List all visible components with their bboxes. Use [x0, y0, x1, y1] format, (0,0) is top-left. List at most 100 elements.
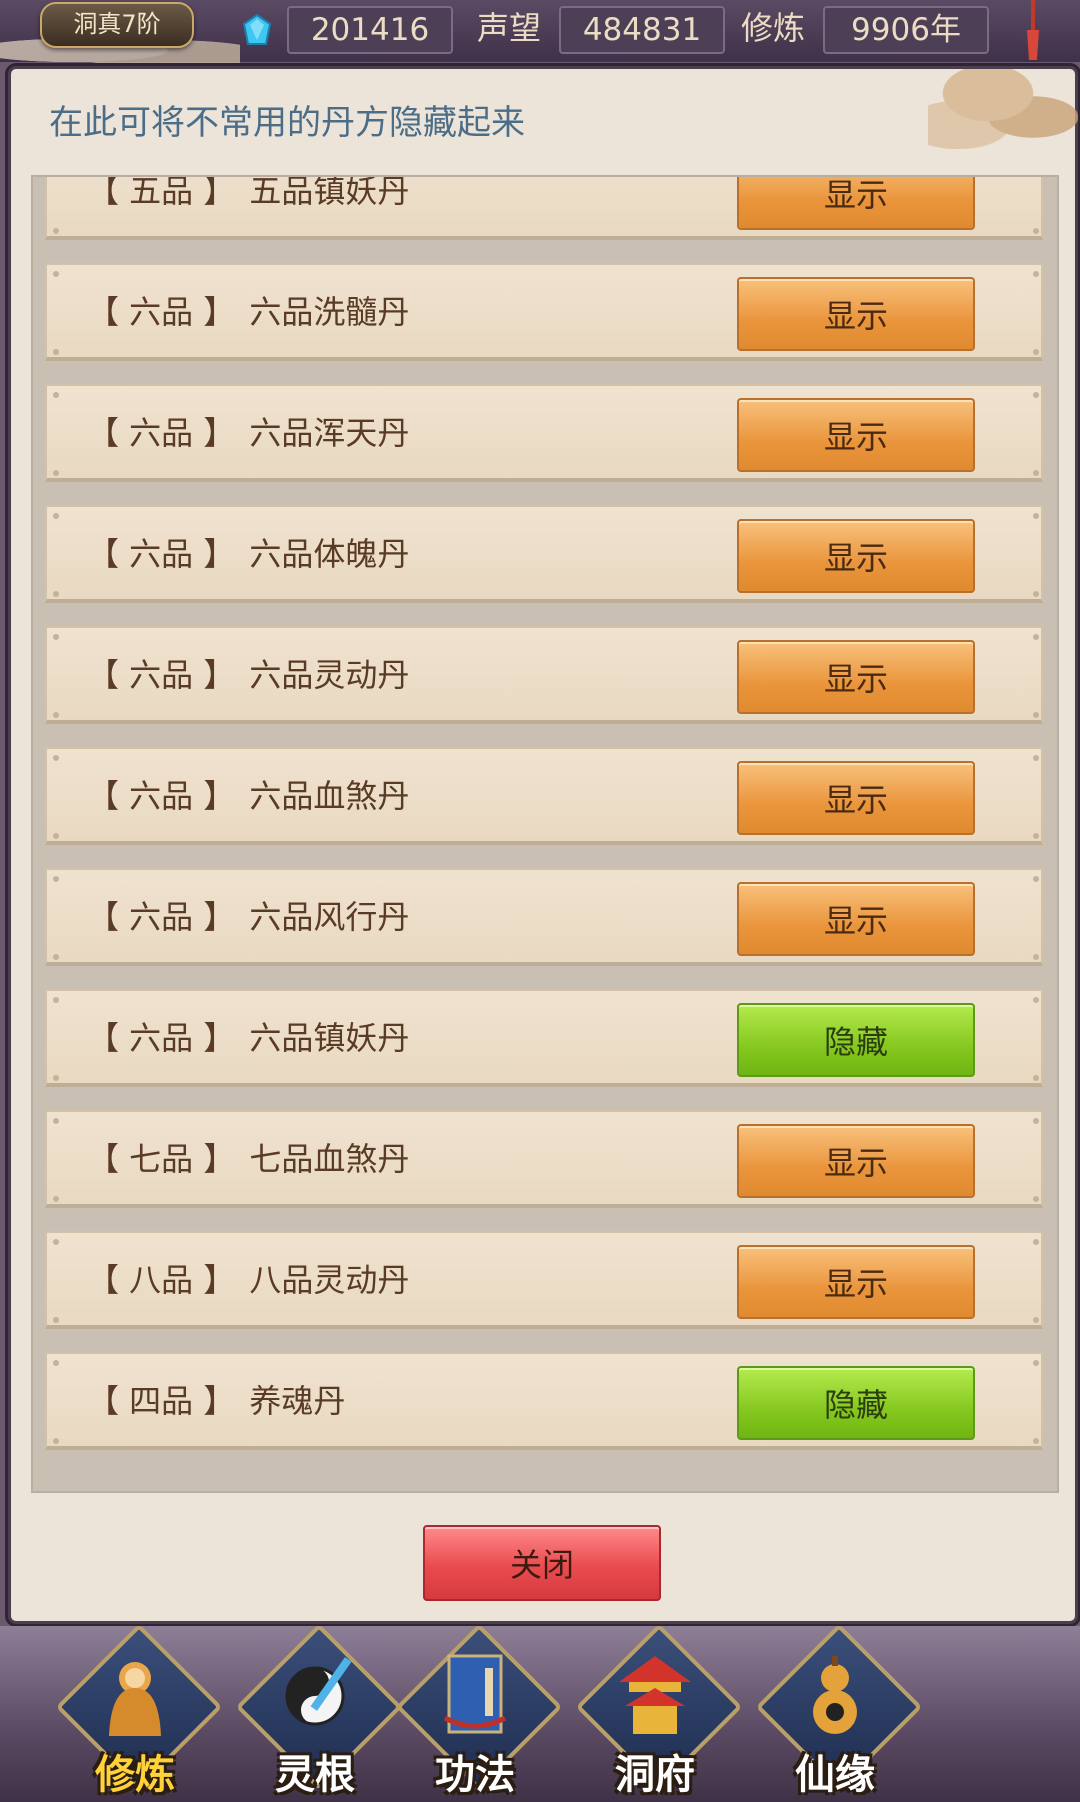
nav-label: 灵根	[275, 1752, 355, 1798]
reputation-value: 484831	[559, 6, 725, 54]
rivet-dot	[53, 1317, 59, 1323]
rivet-dot	[53, 712, 59, 718]
recipe-row: 【 六品 】六品浑天丹 显示	[45, 384, 1043, 482]
nav-item-2[interactable]: 功法	[395, 1623, 563, 1798]
yin-yang-sword-icon	[285, 1657, 352, 1726]
recipe-name: 六品体魄丹	[249, 535, 410, 573]
recipe-grade: 【 四品 】	[87, 1382, 236, 1420]
rivet-dot	[1033, 1075, 1039, 1081]
rivet-dot	[1033, 228, 1039, 234]
cultivation-value: 9906年	[823, 6, 989, 54]
recipe-label: 【 六品 】六品浑天丹	[87, 386, 409, 480]
recipe-row: 【 八品 】八品灵动丹 显示	[45, 1231, 1043, 1329]
rivet-dot	[1033, 1360, 1039, 1366]
show-toggle-button[interactable]: 显示	[737, 1245, 975, 1319]
nav-label: 修炼	[95, 1752, 175, 1798]
recipe-name: 六品灵动丹	[249, 656, 410, 694]
rivet-dot	[1033, 954, 1039, 960]
rivet-dot	[53, 271, 59, 277]
rivet-dot	[1033, 1196, 1039, 1202]
recipe-grade: 【 六品 】	[87, 535, 236, 573]
recipe-name: 六品洗髓丹	[249, 293, 410, 331]
rivet-dot	[1033, 755, 1039, 761]
show-toggle-button[interactable]: 显示	[737, 1124, 975, 1198]
recipe-row: 【 六品 】六品风行丹 显示	[45, 868, 1043, 966]
nav-item-4[interactable]: 仙缘	[755, 1623, 923, 1798]
rivet-dot	[53, 349, 59, 355]
rivet-dot	[53, 228, 59, 234]
show-toggle-button[interactable]: 显示	[737, 519, 975, 593]
rivet-dot	[53, 591, 59, 597]
rivet-dot	[53, 470, 59, 476]
show-toggle-button[interactable]: 显示	[737, 882, 975, 956]
recipe-label: 【 四品 】养魂丹	[87, 1354, 345, 1448]
rivet-dot	[1033, 833, 1039, 839]
show-toggle-button[interactable]: 显示	[737, 177, 975, 230]
recipe-label: 【 六品 】六品洗髓丹	[87, 265, 409, 359]
rivet-dot	[1033, 349, 1039, 355]
recipe-label: 【 六品 】六品体魄丹	[87, 507, 409, 601]
recipe-label: 【 六品 】六品灵动丹	[87, 628, 409, 722]
rivet-dot	[1033, 1438, 1039, 1444]
recipe-name: 六品血煞丹	[249, 777, 410, 815]
show-toggle-button[interactable]: 显示	[737, 277, 975, 351]
recipe-grade: 【 六品 】	[87, 898, 236, 936]
rivet-dot	[53, 1239, 59, 1245]
recipe-grade: 【 六品 】	[87, 414, 236, 452]
pavilion-icon	[619, 1656, 691, 1734]
recipe-label: 【 六品 】六品血煞丹	[87, 749, 409, 843]
rivet-dot	[53, 833, 59, 839]
rivet-dot	[1033, 470, 1039, 476]
rivet-dot	[1033, 271, 1039, 277]
recipe-grade: 【 六品 】	[87, 1019, 236, 1057]
rivet-dot	[1033, 513, 1039, 519]
recipe-grade: 【 六品 】	[87, 777, 236, 815]
hide-toggle-button[interactable]: 隐藏	[737, 1366, 975, 1440]
recipe-row: 【 六品 】六品血煞丹 显示	[45, 747, 1043, 845]
nav-label: 仙缘	[795, 1752, 875, 1798]
nav-label: 功法	[435, 1752, 515, 1798]
rivet-dot	[1033, 634, 1039, 640]
recipe-label: 【 六品 】六品风行丹	[87, 870, 409, 964]
rivet-dot	[1033, 591, 1039, 597]
rivet-dot	[53, 755, 59, 761]
nav-item-0[interactable]: 修炼	[55, 1623, 223, 1798]
recipe-row: 【 七品 】七品血煞丹 显示	[45, 1110, 1043, 1208]
recipe-name: 五品镇妖丹	[249, 175, 410, 210]
bottom-navigation: 修炼 灵根 功法 洞府 仙缘	[0, 1623, 1080, 1802]
monk-icon	[109, 1662, 161, 1736]
nav-item-1[interactable]: 灵根	[235, 1623, 403, 1798]
rivet-dot	[1033, 1317, 1039, 1323]
recipe-label: 【 五品 】五品镇妖丹	[87, 175, 410, 238]
rivet-dot	[1033, 392, 1039, 398]
recipe-list-scroll[interactable]: 【 五品 】五品镇妖丹 显示【 六品 】六品洗髓丹 显示【 六品 】六品浑天丹 显示【…	[31, 175, 1059, 1493]
rivet-dot	[53, 634, 59, 640]
recipe-row: 【 四品 】养魂丹 隐藏	[45, 1352, 1043, 1450]
recipe-name: 八品灵动丹	[249, 1261, 410, 1299]
recipe-row: 【 六品 】六品灵动丹 显示	[45, 626, 1043, 724]
top-status-bar: 洞真7阶 201416 声望 484831 修炼 9906年	[0, 0, 1080, 64]
nav-item-3[interactable]: 洞府	[575, 1623, 743, 1798]
rivet-dot	[1033, 1118, 1039, 1124]
cloud-decoration	[928, 69, 1078, 149]
recipe-row: 【 五品 】五品镇妖丹 显示	[45, 175, 1043, 240]
recipe-name: 六品风行丹	[249, 898, 410, 936]
nav-label: 洞府	[615, 1752, 695, 1798]
rivet-dot	[53, 1438, 59, 1444]
recipe-grade: 【 六品 】	[87, 293, 236, 331]
recipe-name: 六品镇妖丹	[249, 1019, 410, 1057]
rivet-dot	[53, 997, 59, 1003]
panel-title: 在此可将不常用的丹方隐藏起来	[49, 103, 525, 143]
rivet-dot	[1033, 876, 1039, 882]
recipe-name: 六品浑天丹	[249, 414, 410, 452]
rivet-dot	[1033, 1239, 1039, 1245]
rivet-dot	[53, 876, 59, 882]
recipe-grade: 【 七品 】	[87, 1140, 236, 1178]
hide-toggle-button[interactable]: 隐藏	[737, 1003, 975, 1077]
show-toggle-button[interactable]: 显示	[737, 761, 975, 835]
close-button[interactable]: 关闭	[423, 1525, 661, 1601]
recipe-visibility-panel: 在此可将不常用的丹方隐藏起来 【 五品 】五品镇妖丹 显示【 六品 】六品洗髓丹显…	[8, 66, 1078, 1624]
show-toggle-button[interactable]: 显示	[737, 398, 975, 472]
show-toggle-button[interactable]: 显示	[737, 640, 975, 714]
recipe-name: 养魂丹	[249, 1382, 346, 1420]
